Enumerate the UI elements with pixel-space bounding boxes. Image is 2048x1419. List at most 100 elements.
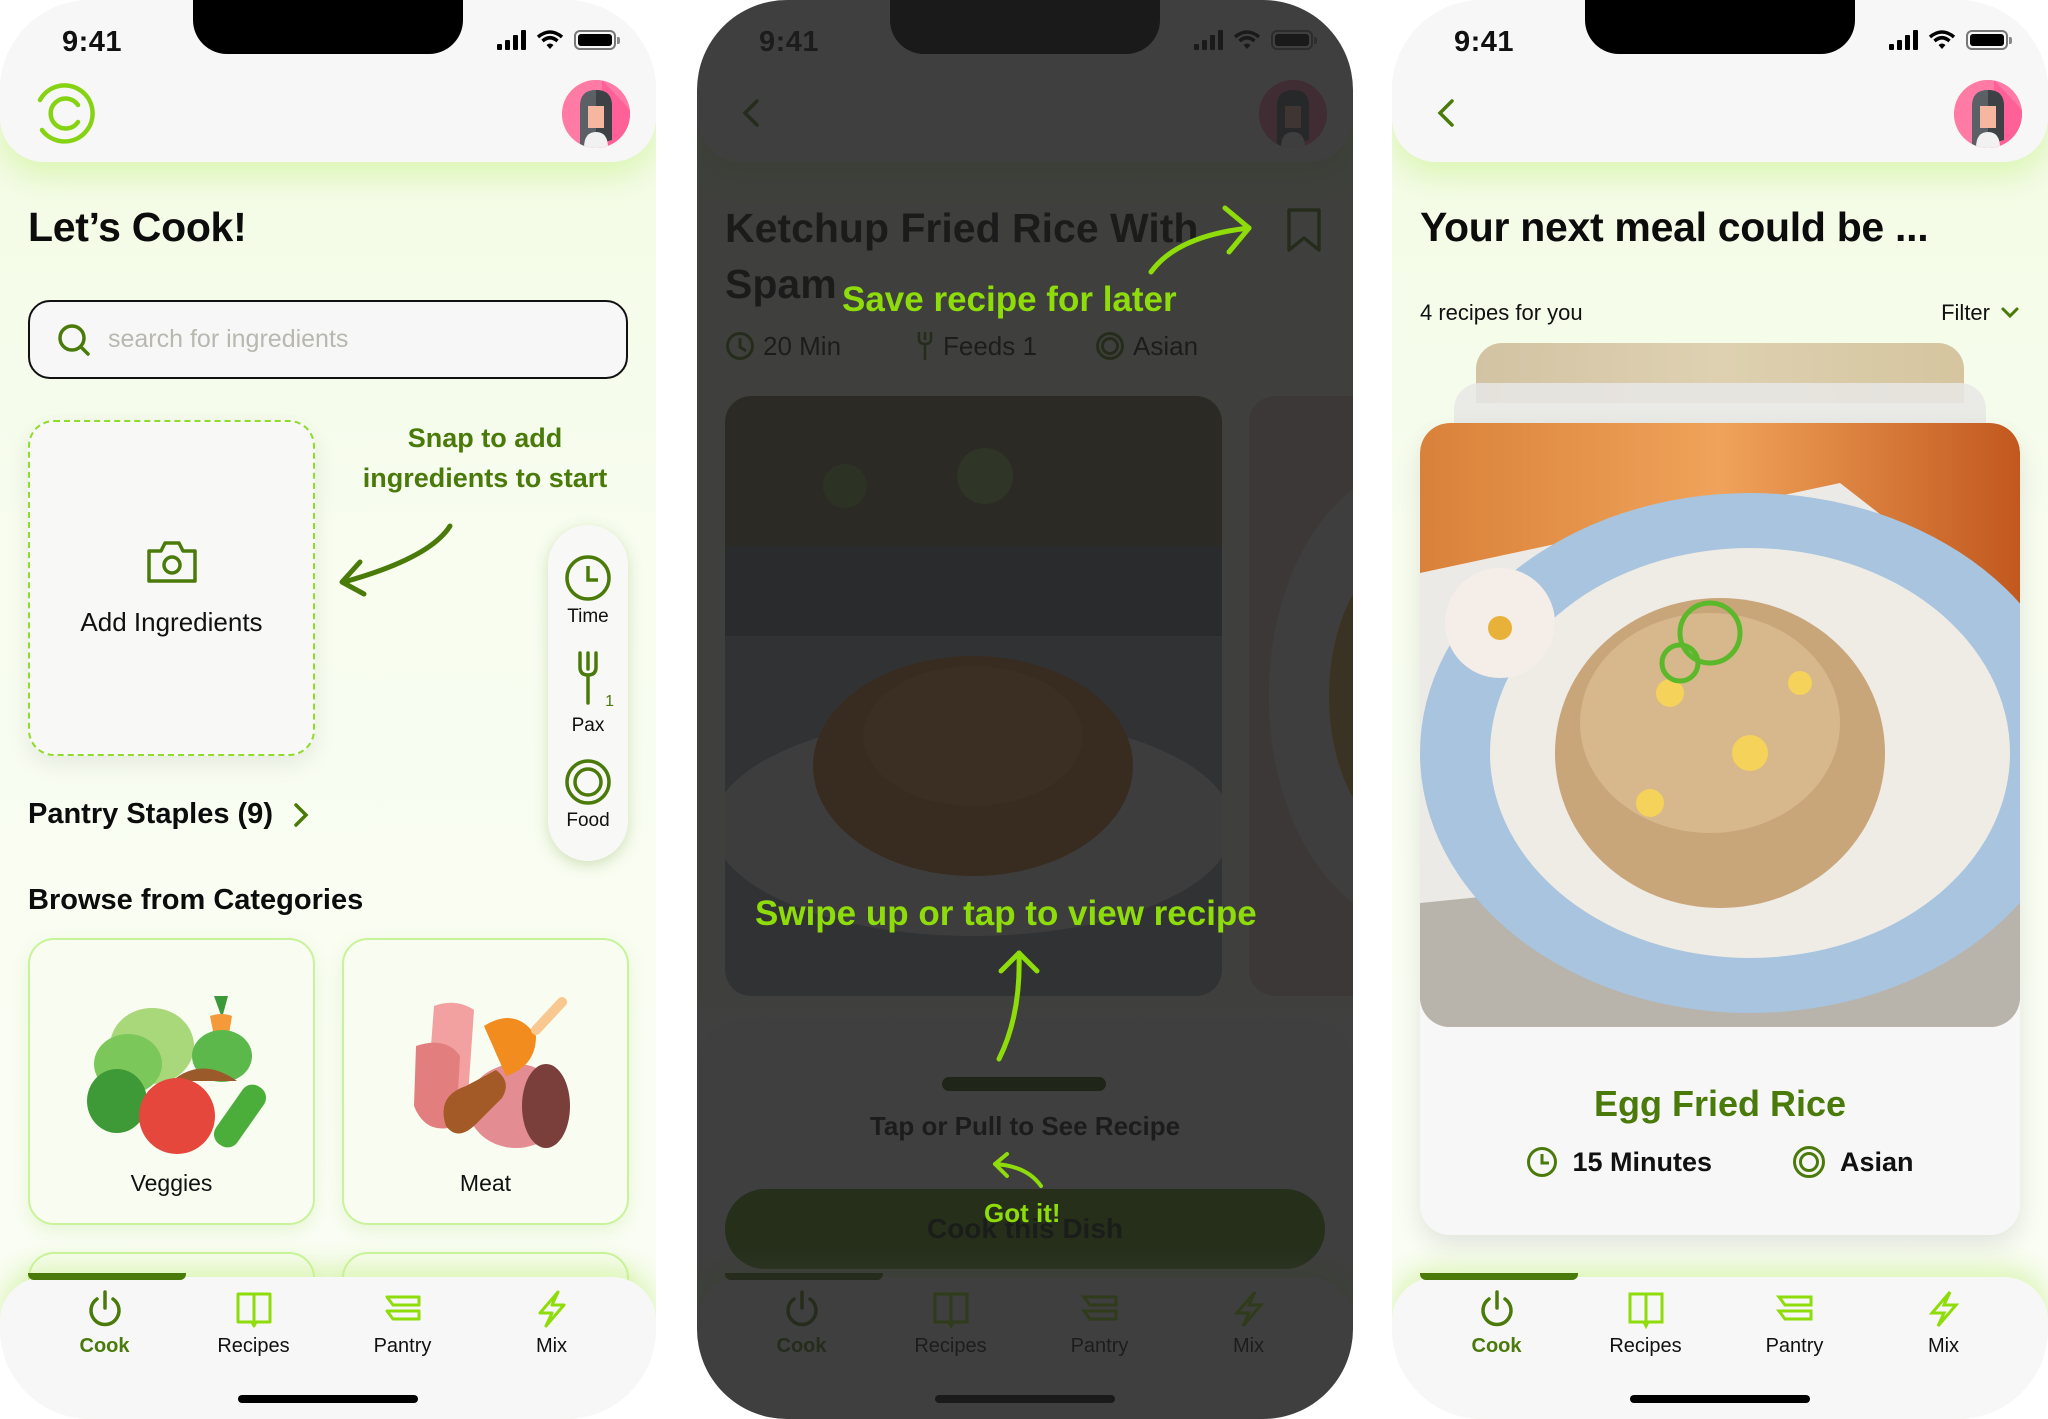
food-photo (1420, 423, 2020, 1027)
bottom-tab-bar: Cook Recipes Pantry Mix (0, 1273, 656, 1419)
egg-fried-rice-photo (1420, 423, 2020, 1027)
app-logo-icon (37, 83, 95, 144)
tab-cook-label: Cook (79, 1335, 130, 1357)
category-card-veggies[interactable]: Veggies (28, 938, 315, 1225)
tab-recipes-label: Recipes (217, 1335, 290, 1357)
add-ingredients-label: Add Ingredients (80, 606, 263, 637)
curved-arrow-right-icon (1148, 205, 1252, 275)
tab-pantry-label: Pantry (1765, 1335, 1824, 1357)
category-card-meat[interactable]: Meat (342, 938, 629, 1225)
tab-recipes[interactable]: Recipes (179, 1289, 328, 1358)
snap-hint: Snap to add ingredients to start (345, 418, 625, 498)
phone-screen-recipe-coachmark: 9:41 Ketchup Fried Rice With Spam 20 Min… (697, 0, 1353, 1419)
phone-screen-recipe-suggestions: 9:41 Your next meal could be ... 4 recip… (1392, 0, 2048, 1419)
meta-cuisine: Asian (1792, 1145, 1914, 1179)
phone-screen-cook-home: 9:41 Let’s Cook! Add Ingredient (0, 0, 656, 1419)
filter-food-label: Food (566, 810, 610, 832)
page-title: Your next meal could be ... (1420, 204, 1929, 250)
back-chevron-icon[interactable] (1430, 96, 1464, 130)
wifi-icon (1928, 30, 1956, 49)
device-notch (1585, 0, 1855, 54)
arrow-up-icon (996, 950, 1040, 1062)
active-tab-indicator (28, 1273, 186, 1280)
veggies-illustration-icon (86, 996, 266, 1154)
pantry-shelves-icon (385, 1295, 420, 1321)
header-bar: 9:41 (1392, 0, 2048, 162)
camera-icon (146, 540, 197, 583)
recipe-card[interactable]: Egg Fried Rice 15 Minutes Asian (1420, 423, 2020, 1235)
plate-icon (1793, 1146, 1825, 1178)
tab-mix-label: Mix (1927, 1335, 1960, 1357)
device-notch (193, 0, 463, 54)
snap-hint-line-2: ingredients to start (362, 463, 608, 493)
meta-time-label: 15 Minutes (1572, 1146, 1712, 1177)
filter-dropdown[interactable]: Filter (1941, 300, 2020, 326)
add-ingredients-card[interactable]: Add Ingredients (28, 420, 315, 756)
avatar-illustration-icon (562, 80, 630, 148)
save-recipe-hint: Save recipe for later (842, 280, 1177, 319)
page-title: Let’s Cook! (28, 204, 247, 250)
tab-cook-label: Cook (1471, 1335, 1522, 1357)
filter-pax[interactable]: 1 Pax (568, 649, 614, 737)
tab-recipes[interactable]: Recipes (1571, 1289, 1720, 1358)
status-time: 9:41 (1454, 26, 1515, 58)
tab-pantry[interactable]: Pantry (1720, 1289, 1869, 1358)
tab-cook[interactable]: Cook (1422, 1289, 1571, 1358)
quick-filter-pill: Time 1 Pax Food (548, 525, 628, 861)
filter-pax-label: Pax (571, 714, 605, 736)
battery-icon (1966, 30, 2012, 50)
power-icon (88, 1290, 121, 1327)
user-avatar[interactable] (562, 80, 630, 148)
filter-label: Filter (1941, 300, 1990, 325)
tab-cook[interactable]: Cook (30, 1289, 179, 1358)
filter-time-label: Time (567, 605, 609, 627)
tab-mix-label: Mix (535, 1335, 568, 1357)
pax-count-badge: 1 (605, 692, 614, 710)
meta-time: 15 Minutes (1526, 1145, 1712, 1179)
chevron-right-icon (294, 802, 309, 827)
recipe-meta-row: 15 Minutes Asian (1420, 1145, 2020, 1179)
filter-time[interactable]: Time (564, 554, 612, 628)
tab-mix[interactable]: Mix (477, 1289, 626, 1358)
tab-recipes-label: Recipes (1609, 1335, 1682, 1357)
browse-categories-title: Browse from Categories (28, 884, 364, 916)
signal-icon (1889, 30, 1918, 50)
user-avatar[interactable] (1954, 80, 2022, 148)
pantry-shelves-icon (1775, 1295, 1812, 1321)
clock-icon (1527, 1147, 1558, 1177)
search-icon (58, 323, 90, 356)
book-icon (236, 1292, 271, 1328)
pantry-staples-link[interactable]: Pantry Staples (9) (28, 798, 309, 831)
got-it-button[interactable]: Got it! (984, 1198, 1061, 1229)
battery-icon (574, 30, 620, 50)
recipe-name: Egg Fried Rice (1593, 1083, 1847, 1124)
tab-pantry[interactable]: Pantry (328, 1289, 477, 1358)
search-field[interactable] (28, 300, 628, 379)
lightning-icon (538, 1290, 565, 1328)
meta-cuisine-label: Asian (1840, 1146, 1914, 1177)
book-icon (1628, 1292, 1663, 1329)
active-tab-indicator (1420, 1273, 1578, 1280)
tab-mix[interactable]: Mix (1869, 1289, 2018, 1358)
status-time: 9:41 (62, 26, 123, 58)
status-icons (497, 30, 620, 50)
bottom-tab-bar: Cook Recipes Pantry Mix (1392, 1273, 2048, 1419)
status-icons (1889, 30, 2012, 50)
filter-food[interactable]: Food (564, 758, 612, 832)
chevron-down-icon (2001, 307, 2019, 319)
wifi-icon (536, 30, 564, 49)
avatar-illustration-icon (1954, 80, 2022, 148)
fork-icon (578, 651, 598, 705)
meat-illustration-icon (413, 997, 570, 1148)
signal-icon (497, 30, 526, 50)
header-bar: 9:41 (0, 0, 656, 162)
plate-icon (565, 759, 611, 806)
recipe-count-label: 4 recipes for you (1420, 300, 1583, 325)
category-label: Meat (459, 1170, 512, 1196)
lightning-icon (1928, 1291, 1959, 1327)
tab-pantry-label: Pantry (373, 1335, 432, 1357)
home-indicator (1630, 1395, 1810, 1403)
clock-icon (565, 554, 611, 601)
home-indicator (238, 1395, 418, 1403)
search-input[interactable] (108, 325, 588, 354)
